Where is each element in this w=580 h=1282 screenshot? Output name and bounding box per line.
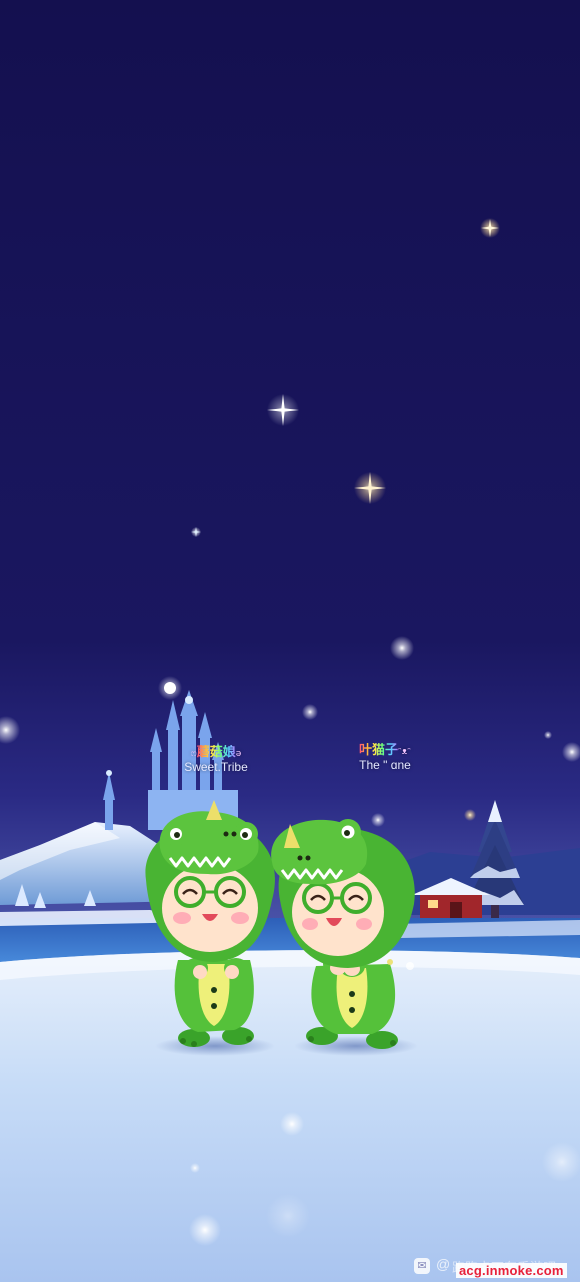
player-name: 叶猫子 <box>359 743 399 758</box>
watermark-at: @ <box>436 1256 451 1272</box>
player-tribe: Sweet.Tribe <box>184 759 248 774</box>
player-nameplate-right[interactable]: 叶猫子ᵔᴥᵔ The " ɑne <box>352 740 418 773</box>
name-prefix-symbol: ෆ <box>190 749 197 759</box>
name-suffix-symbol: ə <box>235 749 242 759</box>
player-name: 蘑菇娘 <box>196 745 236 760</box>
name-suffix-symbol: ᵔᴥᵔ <box>398 747 411 757</box>
watermark-site: acg.inmoke.com <box>456 1263 567 1278</box>
player-nameplate-left[interactable]: ෆ蘑菇娘ə Sweet.Tribe <box>176 742 256 775</box>
player-tribe: The " ɑne <box>359 757 411 772</box>
watermark: ✉ @ 跑跑卡丁车手游吧 acg.inmoke.com <box>412 1256 580 1280</box>
game-scene <box>0 0 580 1282</box>
chat-icon: ✉ <box>414 1258 430 1274</box>
